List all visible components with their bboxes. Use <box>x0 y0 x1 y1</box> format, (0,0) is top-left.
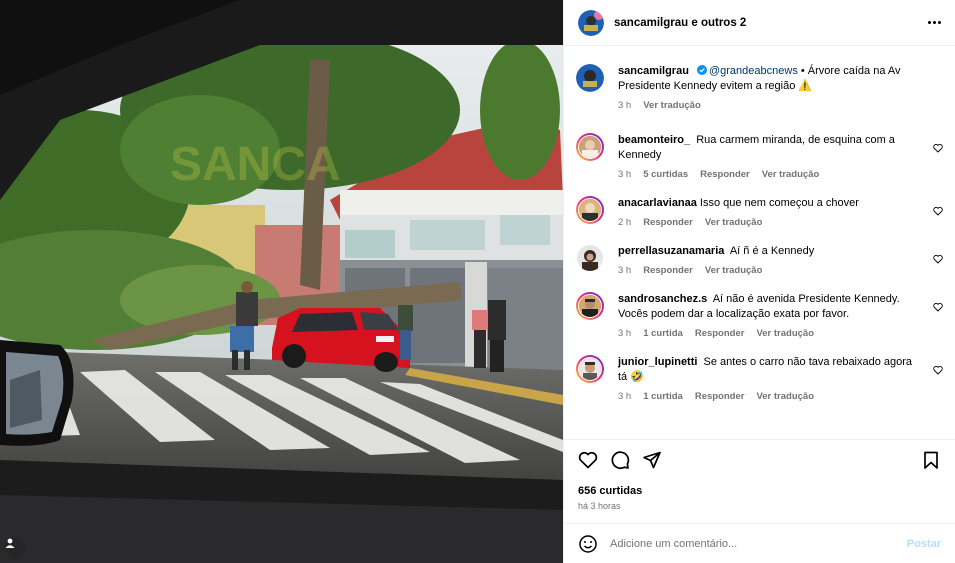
comment-time[interactable]: 2 h <box>618 217 631 228</box>
post-photo[interactable]: SANCA <box>0 0 563 563</box>
post-timestamp[interactable]: há 3 horas <box>564 497 955 523</box>
comment-avatar[interactable] <box>576 355 604 383</box>
reply-button[interactable]: Responder <box>695 328 745 339</box>
share-button[interactable] <box>642 450 662 470</box>
heart-icon[interactable] <box>933 206 943 216</box>
coauthors-label[interactable]: e outros 2 <box>691 17 746 29</box>
svg-text:SANCA: SANCA <box>170 138 341 191</box>
more-options-icon <box>928 21 941 24</box>
comment-input[interactable] <box>610 537 907 550</box>
post-side-panel: sancamilgrau e outros 2 sancamilgrau @gr… <box>563 0 955 563</box>
comment-likes-button[interactable]: 5 curtidas <box>643 169 688 180</box>
user-tag-icon <box>5 538 15 548</box>
share-icon <box>643 451 661 468</box>
comment-time[interactable]: 3 h <box>618 265 631 276</box>
caption: sancamilgrau @grandeabcnews • Árvore caí… <box>576 64 943 111</box>
post-header: sancamilgrau e outros 2 <box>564 0 955 46</box>
comment-username[interactable]: perrellasuzanamaria <box>618 245 724 257</box>
comment-text: Isso que nem começou a chover <box>699 197 859 209</box>
comment-item: junior_lupinetti Se antes o carro não ta… <box>576 355 943 402</box>
caption-mention[interactable]: @grandeabcnews <box>709 65 798 77</box>
reply-button[interactable]: Responder <box>643 217 693 228</box>
comment-item: sandrosanchez.s Aí não é avenida Preside… <box>576 292 943 339</box>
emoji-icon <box>579 534 597 553</box>
author-avatar[interactable] <box>578 9 604 36</box>
heart-icon[interactable] <box>933 254 943 264</box>
reply-button[interactable]: Responder <box>695 391 745 402</box>
comment-list[interactable]: sancamilgrau @grandeabcnews • Árvore caí… <box>564 46 955 439</box>
comment-button[interactable] <box>610 450 630 470</box>
comment-likes-button[interactable]: 1 curtida <box>643 328 683 339</box>
comment-likes-button[interactable]: 1 curtida <box>643 391 683 402</box>
comment-icon <box>611 450 630 469</box>
caption-avatar[interactable] <box>576 64 604 92</box>
comment-avatar[interactable] <box>576 196 604 224</box>
save-icon <box>924 451 938 469</box>
like-button[interactable] <box>578 450 598 470</box>
comment-meta: 2 h Responder Ver tradução <box>618 217 919 228</box>
comment-avatar[interactable] <box>576 133 604 161</box>
translate-button[interactable]: Ver tradução <box>705 217 763 228</box>
reply-button[interactable]: Responder <box>700 169 750 180</box>
comment-username[interactable]: beamonteiro_ <box>618 134 690 146</box>
comment-username[interactable]: sandrosanchez.s <box>618 293 707 305</box>
post-author-line[interactable]: sancamilgrau e outros 2 <box>614 17 917 29</box>
red-car <box>272 308 410 372</box>
heart-icon[interactable] <box>933 365 943 375</box>
reply-button[interactable]: Responder <box>643 265 693 276</box>
save-button[interactable] <box>921 450 941 470</box>
instagram-post-modal: SANCA sancamilgrau e outros 2 sancamilgr… <box>0 0 955 563</box>
post-comment-button[interactable]: Postar <box>907 538 941 550</box>
post-actions-bar <box>564 439 955 479</box>
heart-icon <box>578 451 598 468</box>
comment-time[interactable]: 3 h <box>618 328 631 339</box>
heart-icon[interactable] <box>933 302 943 312</box>
comment-time[interactable]: 3 h <box>618 169 631 180</box>
emoji-button[interactable] <box>578 534 598 554</box>
comment-text: Aí ñ é a Kennedy <box>729 245 815 257</box>
translate-button[interactable]: Ver tradução <box>705 265 763 276</box>
photo-illustration: SANCA <box>0 0 563 563</box>
comment-meta: 3 h 1 curtida Responder Ver tradução <box>618 328 919 339</box>
comment-item: anacarlavianaa Isso que nem começou a cho… <box>576 196 943 228</box>
post-author-username[interactable]: sancamilgrau <box>614 17 688 29</box>
verified-badge-icon <box>696 65 707 75</box>
translate-button[interactable]: Ver tradução <box>762 169 820 180</box>
add-comment-bar: Postar <box>564 523 955 563</box>
user-tag-button[interactable] <box>4 537 26 559</box>
comment-avatar[interactable] <box>576 292 604 320</box>
comment-avatar[interactable] <box>577 245 603 271</box>
comment-username[interactable]: junior_lupinetti <box>618 356 697 368</box>
caption-translate-button[interactable]: Ver tradução <box>643 100 701 111</box>
likes-count[interactable]: 656 curtidas <box>564 479 955 497</box>
more-options-button[interactable] <box>917 14 941 32</box>
caption-meta: 3 h Ver tradução <box>618 100 943 111</box>
comment-meta: 3 h 5 curtidas Responder Ver tradução <box>618 169 919 180</box>
comment-meta: 3 h 1 curtida Responder Ver tradução <box>618 391 919 402</box>
translate-button[interactable]: Ver tradução <box>756 328 814 339</box>
comment-meta: 3 h Responder Ver tradução <box>618 265 919 276</box>
comment-time[interactable]: 3 h <box>618 391 631 402</box>
comment-username[interactable]: anacarlavianaa <box>618 197 697 209</box>
translate-button[interactable]: Ver tradução <box>756 391 814 402</box>
caption-username[interactable]: sancamilgrau <box>618 65 689 77</box>
comment-item: beamonteiro_ Rua carmem miranda, de esqu… <box>576 133 943 180</box>
heart-icon[interactable] <box>933 143 943 153</box>
caption-time[interactable]: 3 h <box>618 100 631 111</box>
comment-item: perrellasuzanamaria Aí ñ é a Kennedy 3 h… <box>576 244 943 276</box>
